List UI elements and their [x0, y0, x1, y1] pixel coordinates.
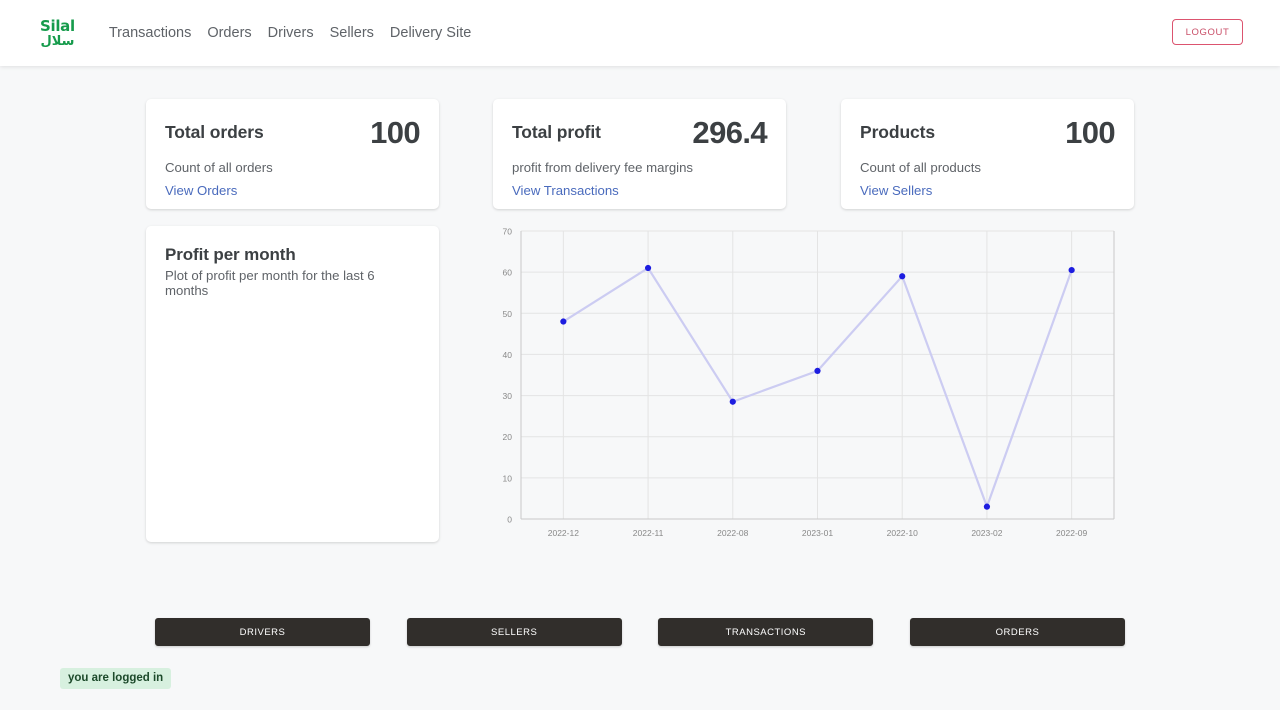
- svg-text:2022-11: 2022-11: [633, 528, 664, 538]
- flash-message-logged-in: you are logged in: [60, 668, 172, 689]
- stat-card-value: 100: [370, 115, 421, 150]
- stat-card-header: Total orders 100: [165, 115, 421, 150]
- svg-text:60: 60: [503, 268, 513, 278]
- view-transactions-link[interactable]: View Transactions: [512, 183, 619, 198]
- stat-card-value: 296.4: [692, 115, 767, 150]
- stat-card-products: Products 100 Count of all products View …: [841, 99, 1134, 209]
- stat-card-title: Total orders: [165, 122, 264, 142]
- stat-card-subtitle: Count of all orders: [165, 160, 273, 175]
- sellers-button[interactable]: SELLERS: [406, 618, 622, 646]
- stat-card-title: Total profit: [512, 122, 601, 142]
- profit-per-month-card: Profit per month Plot of profit per mont…: [146, 226, 439, 542]
- nav-item-delivery-site[interactable]: Delivery Site: [382, 19, 479, 47]
- view-orders-link[interactable]: View Orders: [165, 183, 237, 198]
- profit-line-chart: 0 10 20 30 40 50 60 70 2022-12 2022-11 2022-08 2023…: [490, 222, 1150, 542]
- stat-card-total-orders: Total orders 100 Count of all orders Vie…: [146, 99, 439, 209]
- stat-card-total-profit: Total profit 296.4 profit from delivery …: [493, 99, 786, 209]
- stat-card-header: Total profit 296.4: [512, 115, 768, 150]
- brand-logo[interactable]: Silal سلال: [40, 16, 75, 49]
- svg-text:20: 20: [503, 432, 513, 442]
- logout-button[interactable]: LOGOUT: [1172, 19, 1243, 45]
- svg-text:50: 50: [503, 309, 513, 319]
- nav-item-transactions[interactable]: Transactions: [101, 19, 199, 47]
- svg-text:0: 0: [507, 515, 512, 525]
- svg-text:2023-01: 2023-01: [802, 528, 833, 538]
- svg-text:10: 10: [503, 473, 513, 483]
- svg-text:2022-10: 2022-10: [887, 528, 918, 538]
- svg-text:70: 70: [503, 227, 513, 237]
- top-navbar: Silal سلال Transactions Orders Drivers S…: [0, 0, 1280, 66]
- stat-card-title: Products: [860, 122, 936, 142]
- svg-text:2022-08: 2022-08: [717, 528, 748, 538]
- stat-card-value: 100: [1065, 115, 1116, 150]
- plot-card-title: Profit per month: [165, 245, 296, 264]
- drivers-button[interactable]: DRIVERS: [155, 618, 370, 646]
- profit-chart-svg: 0 10 20 30 40 50 60 70 2022-12 2022-11 2022-08 2023…: [503, 227, 1115, 538]
- stat-card-header: Products 100: [860, 115, 1116, 150]
- nav-item-drivers[interactable]: Drivers: [260, 19, 322, 47]
- brand-latin-text: Silal: [40, 16, 75, 35]
- nav-item-orders[interactable]: Orders: [199, 19, 259, 47]
- stat-card-subtitle: profit from delivery fee margins: [512, 160, 694, 175]
- svg-text:30: 30: [503, 391, 513, 401]
- nav-item-sellers[interactable]: Sellers: [322, 19, 382, 47]
- svg-text:2022-09: 2022-09: [1056, 528, 1087, 538]
- view-sellers-link[interactable]: View Sellers: [860, 183, 932, 198]
- brand-arabic-text: سلال: [40, 33, 75, 49]
- orders-button[interactable]: ORDERS: [909, 618, 1125, 646]
- bottom-button-bar: DRIVERS SELLERS TRANSACTIONS ORDERS: [155, 618, 1125, 646]
- plot-card-subtitle: Plot of profit per month for the last 6 …: [165, 268, 375, 298]
- nav-links: Transactions Orders Drivers Sellers Deli…: [101, 19, 479, 47]
- svg-text:40: 40: [503, 350, 513, 360]
- transactions-button[interactable]: TRANSACTIONS: [658, 618, 874, 646]
- svg-text:2022-12: 2022-12: [548, 528, 579, 538]
- svg-text:2023-02: 2023-02: [971, 528, 1002, 538]
- stat-card-subtitle: Count of all products: [860, 160, 981, 175]
